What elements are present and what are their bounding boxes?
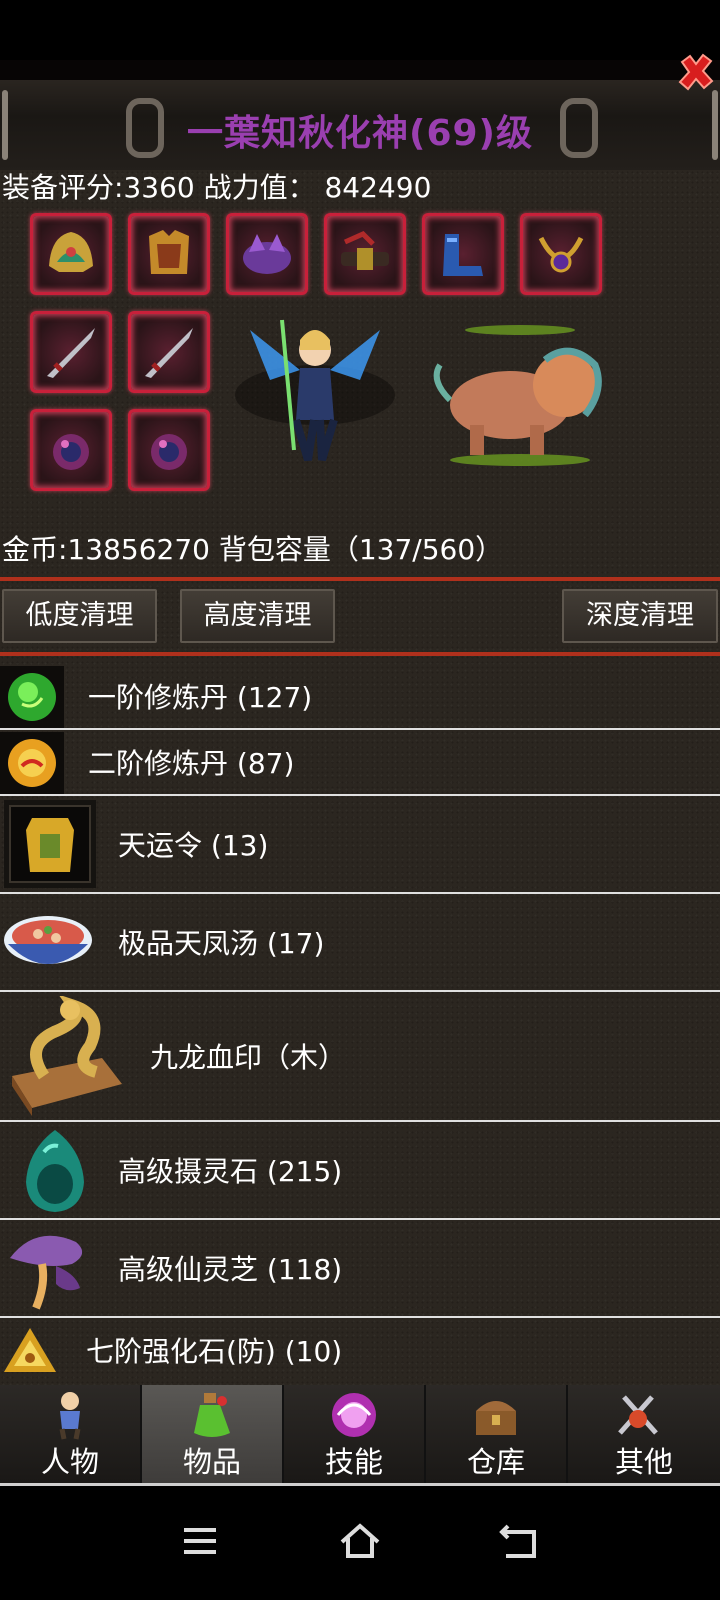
frame-left: [2, 90, 8, 160]
item-name: 天运令 (13): [118, 829, 269, 862]
boots-icon: [443, 234, 483, 276]
deep-clean-button[interactable]: 深度清理: [562, 589, 718, 643]
home-icon: [340, 1523, 380, 1558]
tab-label: 物品: [182, 1445, 241, 1479]
tab-label: 技能: [324, 1445, 383, 1479]
tab-other[interactable]: 其他: [568, 1385, 720, 1483]
ring-icon: [53, 434, 89, 470]
frame-right: [712, 90, 718, 160]
list-item[interactable]: 高级摄灵石 (215): [0, 1122, 720, 1220]
items-potion-icon: [194, 1393, 230, 1437]
menu-icon: [184, 1528, 216, 1554]
tab-items[interactable]: 物品: [142, 1385, 284, 1483]
soup-bowl-icon: [4, 916, 92, 964]
character-icon: [59, 1392, 81, 1440]
separator: [0, 577, 720, 581]
pet-lion-image[interactable]: [420, 320, 610, 470]
treasure-chest-icon: [476, 1401, 516, 1435]
item-name: 七阶强化石(防) (10): [86, 1335, 343, 1368]
sword-icon: [145, 328, 193, 378]
list-item[interactable]: 二阶修炼丹 (87): [0, 730, 720, 796]
system-nav-bar: [0, 1486, 720, 1600]
tab-skills[interactable]: 技能: [284, 1385, 426, 1483]
equip-slot-weapon-2[interactable]: [128, 311, 210, 393]
list-item[interactable]: 高级仙灵芝 (118): [0, 1220, 720, 1318]
item-name: 二阶修炼丹 (87): [88, 747, 295, 780]
item-name: 一阶修炼丹 (127): [88, 681, 313, 714]
item-name: 高级仙灵芝 (118): [118, 1253, 343, 1286]
belt-icon: [341, 231, 389, 270]
home-button[interactable]: [330, 1516, 390, 1566]
bottom-tab-bar: 人物 物品 技能 仓库 其他: [0, 1385, 720, 1485]
armor-icon: [149, 230, 189, 274]
page-title: 一葉知秋化神(69)级: [186, 113, 533, 154]
tab-character[interactable]: 人物: [0, 1385, 142, 1483]
menu-button[interactable]: [170, 1516, 230, 1566]
golden-token-icon: [4, 800, 96, 888]
equip-slot-necklace[interactable]: [520, 213, 602, 295]
ring-icon: [151, 434, 187, 470]
item-name: 高级摄灵石 (215): [118, 1155, 343, 1188]
necklace-icon: [538, 236, 584, 273]
list-item[interactable]: 极品天凤汤 (17): [0, 894, 720, 992]
equip-slot-shoulder[interactable]: [226, 213, 308, 295]
enhance-stone-icon: [4, 1328, 56, 1372]
list-item[interactable]: 九龙血印（木）: [0, 992, 720, 1122]
equip-slot-ring-2[interactable]: [128, 409, 210, 491]
list-item[interactable]: 天运令 (13): [0, 796, 720, 894]
high-clean-button[interactable]: 高度清理: [180, 589, 335, 643]
tab-label: 其他: [614, 1445, 673, 1479]
equip-slot-armor[interactable]: [128, 213, 210, 295]
spirit-stone-icon: [26, 1130, 84, 1212]
equip-slot-helmet[interactable]: [30, 213, 112, 295]
separator: [0, 652, 720, 656]
back-icon: [499, 1524, 536, 1558]
close-icon: [678, 53, 714, 91]
score-power-line: 装备评分:3360 战力值： 842490: [2, 171, 432, 204]
equip-slot-boots[interactable]: [422, 213, 504, 295]
other-swords-icon: [618, 1395, 658, 1435]
dragon-seal-icon: [12, 996, 122, 1116]
back-button[interactable]: [490, 1516, 550, 1566]
equip-slot-ring-1[interactable]: [30, 409, 112, 491]
skill-orb-icon: [332, 1393, 376, 1437]
helmet-icon: [49, 232, 93, 272]
orange-pill-icon: [0, 732, 64, 794]
sword-icon: [47, 328, 95, 378]
tab-label: 人物: [40, 1445, 99, 1479]
character-avatar[interactable]: [230, 300, 400, 470]
list-item[interactable]: 七阶强化石(防) (10): [0, 1318, 720, 1384]
green-pill-icon: [0, 666, 64, 728]
lingzhi-mushroom-icon: [10, 1235, 83, 1310]
gold-bag-capacity-line: 金币:13856270 背包容量（137/560）: [2, 533, 504, 566]
tab-warehouse[interactable]: 仓库: [426, 1385, 568, 1483]
tab-label: 仓库: [466, 1445, 525, 1479]
equip-slot-belt[interactable]: [324, 213, 406, 295]
list-item[interactable]: 一阶修炼丹 (127): [0, 664, 720, 730]
item-name: 极品天凤汤 (17): [118, 927, 325, 960]
status-area: [0, 0, 720, 60]
item-name: 九龙血印（木）: [150, 1041, 347, 1074]
low-clean-button[interactable]: 低度清理: [2, 589, 157, 643]
equip-slot-weapon-1[interactable]: [30, 311, 112, 393]
close-button[interactable]: [676, 52, 716, 92]
shoulder-icon: [243, 234, 291, 274]
